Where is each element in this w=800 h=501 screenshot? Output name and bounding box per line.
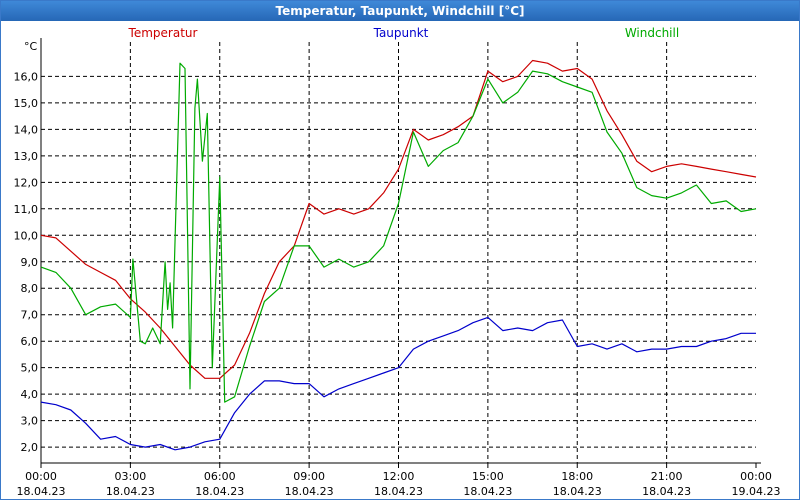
x-tick-date: 18.04.23 xyxy=(463,485,512,498)
x-tick-time: 06:00 xyxy=(204,470,236,483)
y-axis-unit: °C xyxy=(24,40,38,53)
y-tick-label: 2,0 xyxy=(21,441,39,454)
x-tick-date: 18.04.23 xyxy=(285,485,334,498)
legend-windchill: Windchill xyxy=(625,26,679,40)
x-tick-time: 12:00 xyxy=(383,470,415,483)
legend-temperatur: Temperatur xyxy=(128,26,198,40)
y-tick-label: 6,0 xyxy=(21,335,39,348)
y-tick-label: 10,0 xyxy=(14,229,39,242)
x-tick-time: 18:00 xyxy=(561,470,593,483)
x-tick-time: 21:00 xyxy=(651,470,683,483)
x-tick-time: 00:00 xyxy=(25,470,57,483)
x-tick-time: 09:00 xyxy=(293,470,325,483)
x-tick-date: 19.04.23 xyxy=(732,485,781,498)
x-tick-date: 18.04.23 xyxy=(553,485,602,498)
x-tick-date: 18.04.23 xyxy=(374,485,423,498)
y-tick-label: 16,0 xyxy=(14,70,39,83)
grid xyxy=(41,42,756,463)
chart-svg: 2,0 3,0 4,0 5,0 6,0 7,0 8,0 9,0 10,0 11,0 12,0 13,0… xyxy=(14,26,781,498)
y-tick-label: 5,0 xyxy=(21,362,39,375)
x-tick-date: 18.04.23 xyxy=(642,485,691,498)
y-tick-label: 8,0 xyxy=(21,282,39,295)
y-tick-label: 15,0 xyxy=(14,97,39,110)
y-tick-label: 12,0 xyxy=(14,176,39,189)
legend-taupunkt: Taupunkt xyxy=(373,26,429,40)
y-tick-label: 3,0 xyxy=(21,415,39,428)
y-tick-label: 14,0 xyxy=(14,123,39,136)
x-tick-date: 18.04.23 xyxy=(17,485,66,498)
chart-window: Temperatur, Taupunkt, Windchill [°C] 2,0… xyxy=(0,0,800,500)
y-tick-label: 7,0 xyxy=(21,309,39,322)
y-tick-label: 9,0 xyxy=(21,256,39,269)
x-tick-time: 15:00 xyxy=(472,470,504,483)
x-tick-date: 18.04.23 xyxy=(195,485,244,498)
y-tick-label: 11,0 xyxy=(14,203,39,216)
x-tick-time: 03:00 xyxy=(115,470,147,483)
x-tick-date: 18.04.23 xyxy=(106,485,155,498)
x-tick-time: 00:00 xyxy=(740,470,772,483)
y-tick-label: 4,0 xyxy=(21,388,39,401)
y-tick-label: 13,0 xyxy=(14,150,39,163)
